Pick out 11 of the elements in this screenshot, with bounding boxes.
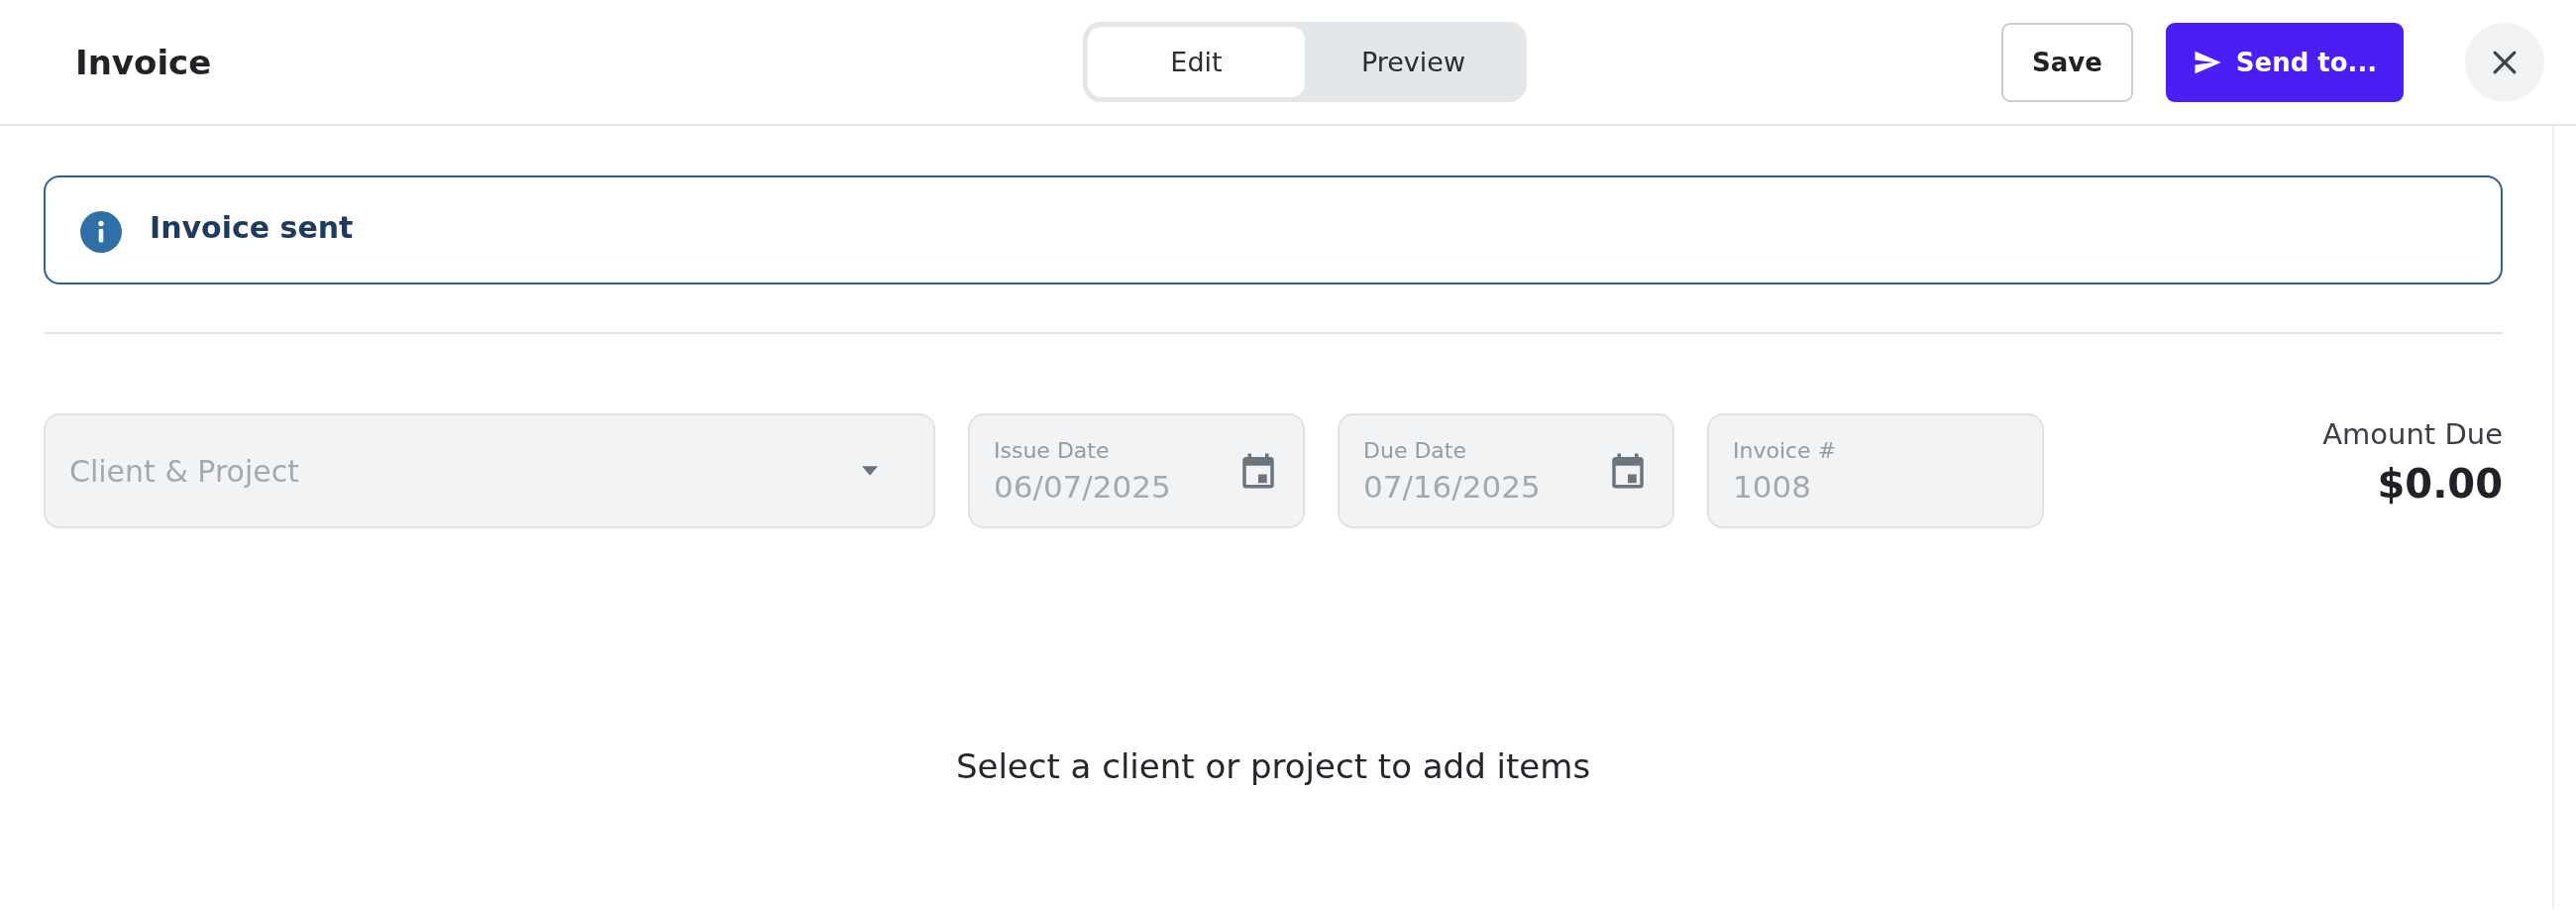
tab[interactable]: Preview [1305,27,1522,97]
send-button[interactable]: Send to... [2166,22,2404,102]
caret-icon [862,466,878,476]
page-title: Invoice [75,42,212,82]
alert-message: Invoice sent [150,209,354,245]
amount-due-label: Amount Due [2322,417,2503,451]
amount-due-value: $0.00 [2377,461,2503,507]
tab[interactable]: Edit [1088,27,1305,97]
info-icon [80,211,122,253]
empty-message: Select a client or project to add items [955,746,1591,786]
save-button[interactable]: Save [2001,22,2133,102]
